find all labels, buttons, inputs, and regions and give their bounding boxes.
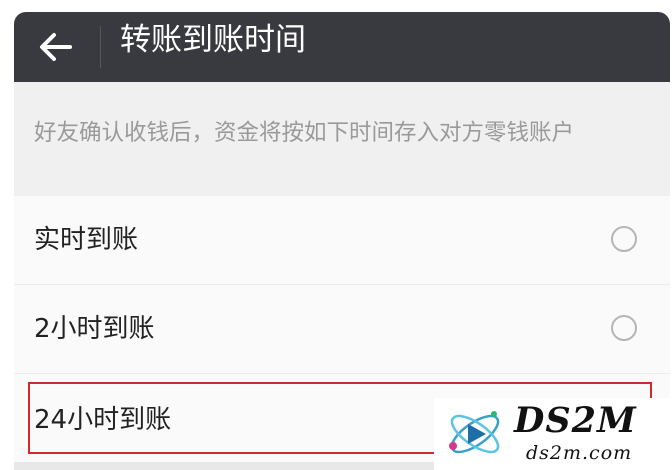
- watermark-url: ds2m.com: [526, 442, 633, 464]
- option-label: 24小时到账: [34, 405, 172, 435]
- watermark: DS2M ds2m.com: [434, 398, 672, 470]
- divider: [14, 373, 670, 374]
- option-label: 2小时到账: [34, 314, 155, 344]
- page-title: 转账到账时间: [120, 22, 306, 58]
- header-bar: 转账到账时间: [14, 12, 670, 82]
- back-button[interactable]: [30, 22, 80, 72]
- option-2-hours[interactable]: 2小时到账: [14, 285, 670, 373]
- radio-circle-icon[interactable]: [611, 315, 637, 341]
- option-label: 实时到账: [34, 225, 139, 255]
- arrow-left-icon: [40, 33, 72, 61]
- description-text: 好友确认收钱后，资金将按如下时间存入对方零钱账户: [34, 120, 575, 146]
- option-realtime[interactable]: 实时到账: [14, 196, 670, 284]
- watermark-brand: DS2M: [514, 400, 637, 441]
- radio-circle-icon[interactable]: [611, 226, 637, 252]
- atom-logo-icon: [449, 411, 500, 454]
- header-divider: [100, 26, 101, 68]
